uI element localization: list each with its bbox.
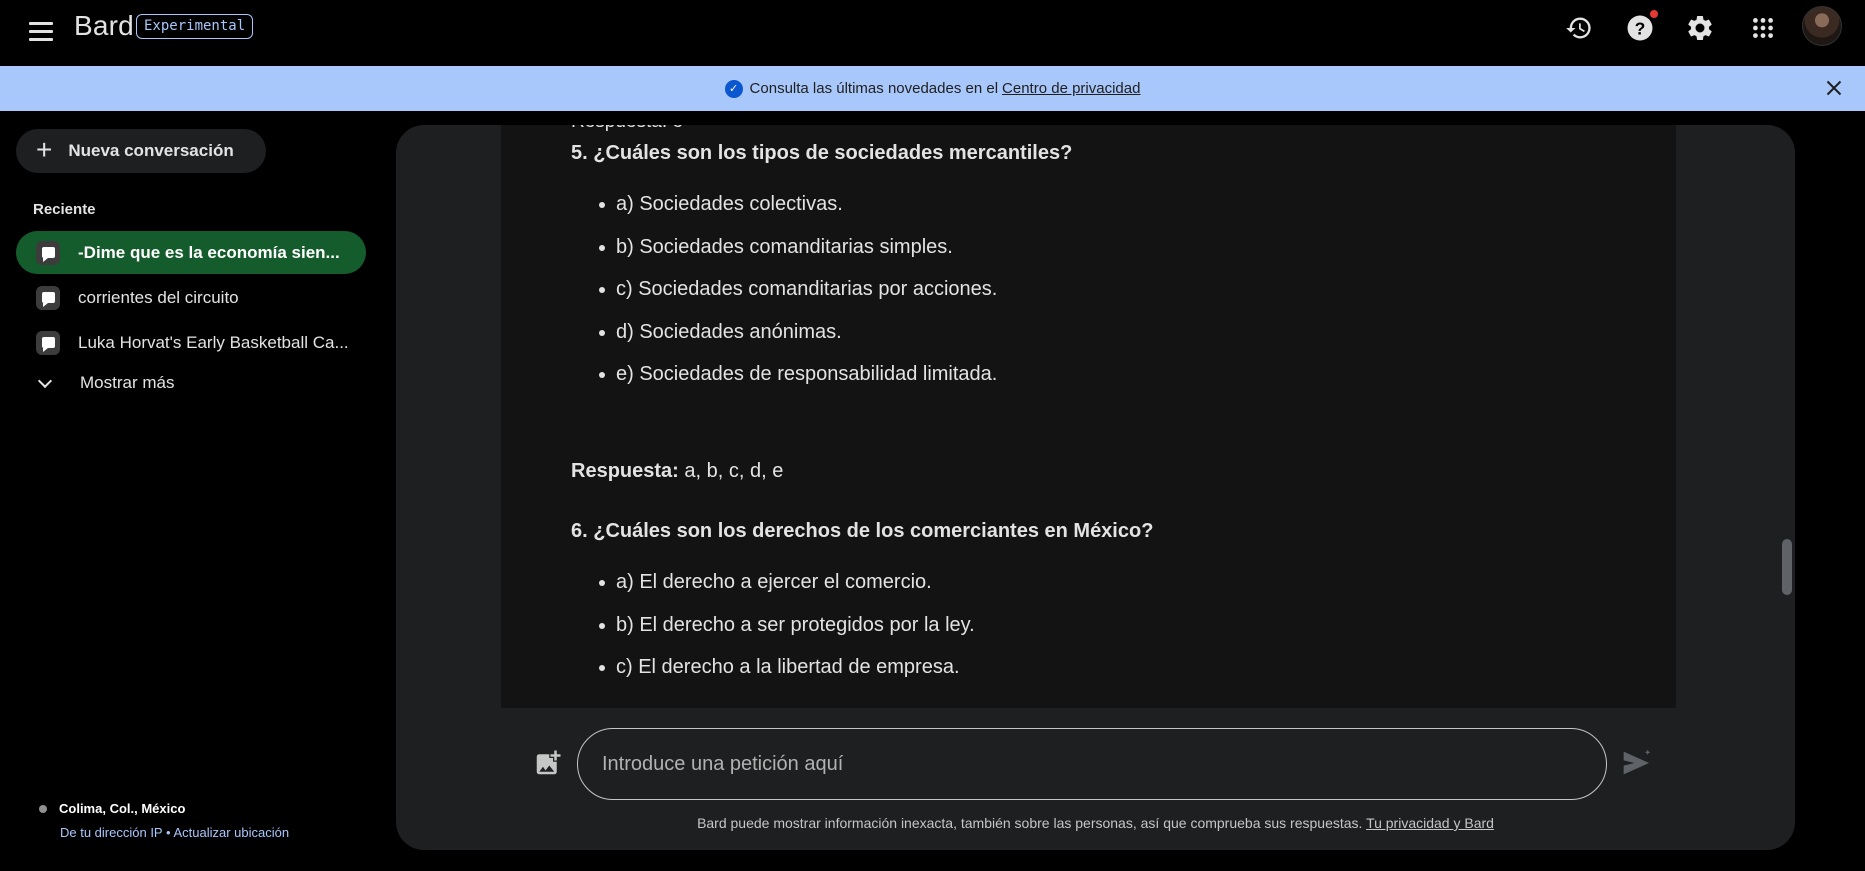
notification-dot	[1650, 10, 1658, 18]
chat-bubble-icon	[36, 330, 60, 355]
separator: •	[166, 825, 171, 840]
sidebar: + Nueva conversación Reciente -Dime que …	[0, 111, 380, 871]
ip-address-link[interactable]: De tu dirección IP	[60, 825, 162, 840]
chat-item-label: Luka Horvat's Early Basketball Ca...	[78, 332, 349, 352]
avatar[interactable]	[1802, 6, 1842, 46]
app-title: Bard	[74, 10, 134, 41]
new-chat-button[interactable]: + Nueva conversación	[16, 129, 266, 173]
answer-label: Respuesta:	[571, 460, 679, 482]
new-chat-label: Nueva conversación	[68, 141, 234, 160]
question-5-options: a) Sociedades colectivas. b) Sociedades …	[571, 192, 997, 405]
question-6-options: a) El derecho a ejercer el comercio. b) …	[571, 570, 975, 698]
chat-item-label: -Dime que es la economía sien...	[78, 242, 340, 262]
question-6: 6. ¿Cuáles son los derechos de los comer…	[571, 520, 1154, 542]
list-item: d) Sociedades anónimas.	[571, 320, 997, 363]
chat-bubble-icon	[36, 240, 60, 265]
verified-check-icon: ✓	[724, 79, 743, 98]
chevron-down-icon	[37, 373, 53, 388]
sidebar-item-chat[interactable]: -Dime que es la economía sien...	[16, 231, 366, 274]
show-more-label: Mostrar más	[80, 373, 175, 392]
answer-value: a, b, c, d, e	[684, 460, 784, 482]
prompt-input[interactable]	[602, 752, 1562, 776]
svg-text:?: ?	[1635, 18, 1646, 38]
settings-icon[interactable]	[1682, 10, 1718, 46]
update-location-link[interactable]: Actualizar ubicación	[173, 825, 289, 840]
location-place: Colima, Col., México	[59, 801, 186, 816]
response-content: Respuesta: e 5. ¿Cuáles son los tipos de…	[501, 125, 1676, 708]
show-more-button[interactable]: Mostrar más	[16, 365, 174, 401]
history-icon[interactable]	[1561, 10, 1597, 46]
disclaimer: Bard puede mostrar información inexacta,…	[396, 815, 1795, 831]
main-panel: Respuesta: e 5. ¿Cuáles son los tipos de…	[396, 125, 1795, 850]
apps-grid-icon[interactable]	[1745, 10, 1781, 46]
list-item: b) El derecho a ser protegidos por la le…	[571, 613, 975, 656]
chat-bubble-icon	[36, 285, 60, 310]
list-item: b) Sociedades comanditarias simples.	[571, 235, 997, 278]
send-icon[interactable]	[1621, 747, 1653, 779]
sidebar-item-chat[interactable]: Luka Horvat's Early Basketball Ca...	[16, 321, 366, 364]
banner-text: Consulta las últimas novedades en el	[749, 80, 999, 97]
close-icon[interactable]	[1821, 75, 1847, 101]
privacy-bard-link[interactable]: Tu privacidad y Bard	[1366, 815, 1494, 831]
privacy-banner: ✓ Consulta las últimas novedades en el C…	[0, 66, 1865, 111]
privacy-center-link[interactable]: Centro de privacidad	[1002, 80, 1140, 97]
list-item: a) Sociedades colectivas.	[571, 192, 997, 235]
answer-line: Respuesta: a, b, c, d, e	[571, 460, 783, 483]
plus-icon: +	[36, 133, 53, 165]
menu-icon[interactable]	[24, 14, 58, 48]
list-item: e) Sociedades de responsabilidad limitad…	[571, 362, 997, 405]
list-item: c) El derecho a la libertad de empresa.	[571, 655, 975, 698]
add-image-icon[interactable]	[533, 748, 563, 778]
chat-item-label: corrientes del circuito	[78, 287, 239, 307]
cut-off-text: Respuesta: e	[571, 125, 683, 133]
help-icon[interactable]: ?	[1622, 10, 1658, 46]
location-dot-icon	[39, 804, 47, 813]
list-item: a) El derecho a ejercer el comercio.	[571, 570, 975, 613]
sidebar-item-chat[interactable]: corrientes del circuito	[16, 276, 366, 319]
question-5: 5. ¿Cuáles son los tipos de sociedades m…	[571, 142, 1073, 164]
top-bar: Bard Experimental ?	[0, 0, 1865, 66]
list-item: c) Sociedades comanditarias por acciones…	[571, 277, 997, 320]
experimental-badge: Experimental	[136, 14, 254, 39]
recent-heading: Reciente	[33, 201, 96, 218]
prompt-field[interactable]	[577, 728, 1607, 800]
disclaimer-text: Bard puede mostrar información inexacta,…	[697, 815, 1363, 831]
location-info: Colima, Col., México De tu dirección IP …	[39, 801, 289, 840]
scrollbar-thumb[interactable]	[1782, 539, 1792, 595]
